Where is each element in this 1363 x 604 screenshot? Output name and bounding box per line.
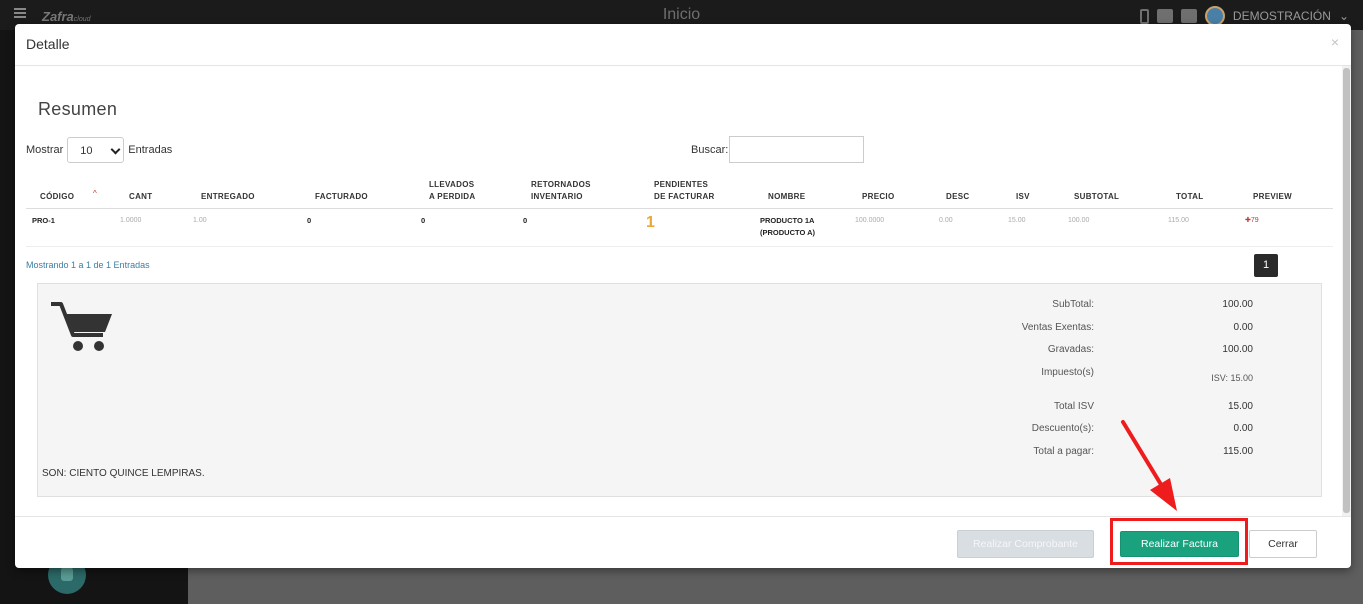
pointer-arrow [1121,420,1177,511]
